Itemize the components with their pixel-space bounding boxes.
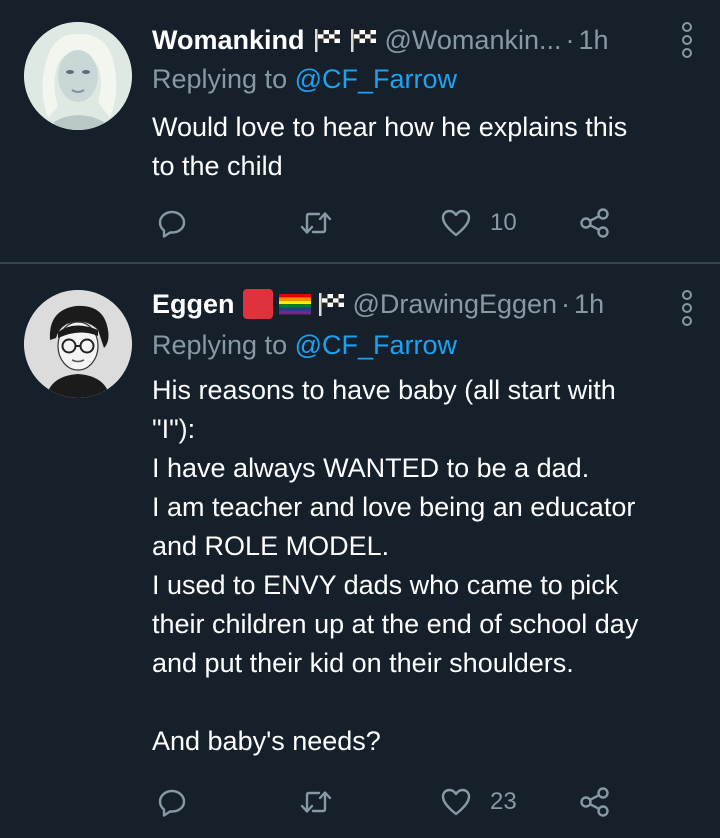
tweet-actions: 23 xyxy=(152,782,632,822)
like-count: 10 xyxy=(490,209,517,236)
replying-mention[interactable]: @CF_Farrow xyxy=(295,330,457,360)
share-icon xyxy=(580,787,609,817)
share-button[interactable] xyxy=(578,782,612,822)
display-name[interactable]: Womankind xyxy=(152,25,305,56)
reply-button[interactable] xyxy=(156,203,188,243)
display-name[interactable]: Eggen xyxy=(152,289,235,320)
reply-icon xyxy=(158,789,186,817)
tweet-text-line: I used to ENVY dads who came to pick xyxy=(152,570,619,600)
avatar[interactable] xyxy=(24,22,132,130)
retweet-button[interactable] xyxy=(298,782,334,822)
chequered-flag-icon xyxy=(317,291,347,317)
separator: · xyxy=(561,288,571,319)
share-button[interactable] xyxy=(578,203,612,243)
tweet-text-line xyxy=(152,683,700,722)
replying-prefix: Replying to xyxy=(152,64,288,94)
red-square-icon xyxy=(242,289,273,319)
like-count: 23 xyxy=(490,788,517,815)
tweet[interactable]: Womankind @Womankin... · 1h Replying to … xyxy=(0,0,720,262)
tweet-text-line: Would love to hear how he explains this xyxy=(152,112,628,142)
like-button[interactable]: 10 xyxy=(440,203,517,243)
replying-prefix: Replying to xyxy=(152,330,288,360)
reply-icon xyxy=(158,210,186,238)
rainbow-flag-icon xyxy=(278,291,311,317)
replying-mention[interactable]: @CF_Farrow xyxy=(295,64,457,94)
retweet-icon xyxy=(300,212,332,234)
handle[interactable]: @DrawingEggen xyxy=(353,289,558,320)
tweet-header: Womankind @Womankin... · 1h xyxy=(152,22,666,58)
like-button[interactable]: 23 xyxy=(440,782,517,822)
tweet-text-line: and put their kid on their shoulders. xyxy=(152,648,574,678)
tweet-text: Would love to hear how he explains this … xyxy=(152,108,700,186)
tweet-text-line: their children up at the end of school d… xyxy=(152,609,639,639)
tweet-text-line: I have always WANTED to be a dad. xyxy=(152,453,590,483)
chequered-flag-icon xyxy=(349,27,379,53)
more-options-icon[interactable] xyxy=(680,20,694,60)
share-icon xyxy=(580,208,609,238)
retweet-button[interactable] xyxy=(298,203,334,243)
tweet-text-line: to the child xyxy=(152,151,283,181)
retweet-icon xyxy=(300,791,332,813)
replying-to: Replying to @CF_Farrow xyxy=(152,330,457,361)
avatar[interactable] xyxy=(24,290,132,398)
replying-to: Replying to @CF_Farrow xyxy=(152,64,457,95)
tweet-actions: 10 xyxy=(152,203,632,243)
tweet[interactable]: Eggen @DrawingEggen · 1h Replying to @CF… xyxy=(0,264,720,838)
timestamp[interactable]: 1h xyxy=(578,25,608,56)
tweet-text-line: I am teacher and love being an educator xyxy=(152,492,636,522)
heart-icon xyxy=(441,788,471,816)
more-options-icon[interactable] xyxy=(680,288,694,328)
tweet-text-line: And baby's needs? xyxy=(152,726,381,756)
handle[interactable]: @Womankin... xyxy=(385,25,562,56)
tweet-text-line: His reasons to have baby (all start with xyxy=(152,375,616,405)
chequered-flag-icon xyxy=(313,27,343,53)
timestamp[interactable]: 1h xyxy=(574,289,604,320)
tweet-header: Eggen @DrawingEggen · 1h xyxy=(152,286,666,322)
separator: · xyxy=(565,24,575,55)
tweet-text-line: "I"): xyxy=(152,414,196,444)
reply-button[interactable] xyxy=(156,782,188,822)
heart-icon xyxy=(441,209,471,237)
tweet-text-line: and ROLE MODEL. xyxy=(152,531,390,561)
tweet-text: His reasons to have baby (all start with… xyxy=(152,371,700,761)
